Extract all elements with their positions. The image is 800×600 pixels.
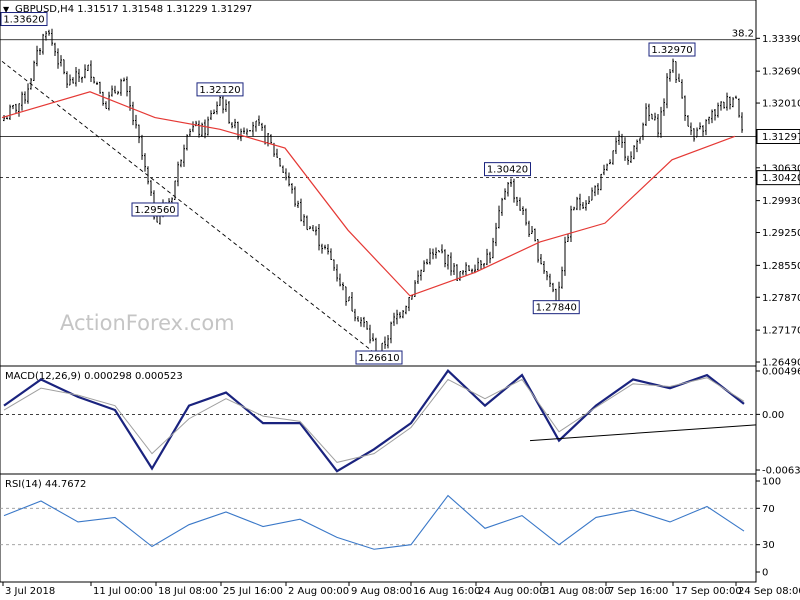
price-tick-label: 1.29250	[762, 228, 800, 239]
price-tick-label: 1.31297	[762, 132, 800, 143]
price-tick-label: 1.28550	[762, 261, 800, 272]
price-label-text: 1.32970	[651, 45, 692, 56]
macd-lines	[0, 369, 757, 473]
moving-average-line	[1, 91, 736, 297]
price-label-text: 1.27840	[536, 303, 577, 314]
price-tick-label: 1.27170	[762, 326, 800, 337]
time-tick-label: 24 Sep 08:00	[738, 586, 800, 597]
macd-tick-label: 0.004968	[762, 367, 800, 378]
rsi-line	[3, 494, 745, 550]
price-tick-label: 1.30420	[762, 173, 800, 184]
rsi-panel-frame	[0, 473, 757, 583]
symbol-readout: GBPUSD,H4 1.31517 1.31548 1.31229 1.3129…	[15, 4, 252, 15]
time-tick-label: 24 Aug 00:00	[478, 586, 545, 597]
rsi-tick-label: 0	[762, 568, 768, 579]
time-tick-label: 16 Aug 16:00	[413, 586, 480, 597]
time-tick-label: 3 Jul 2018	[5, 586, 55, 597]
price-tick-label: 1.32010	[762, 99, 800, 110]
macd-panel: MACD(12,26,9) 0.000298 0.000523 0.004968…	[0, 365, 800, 477]
chart-canvas: ActionForex.com ▼ GBPUSD,H4 1.31517 1.31…	[0, 0, 800, 597]
macd-title: MACD(12,26,9) 0.000298 0.000523	[5, 371, 183, 382]
time-tick-label: 2 Aug 00:00	[288, 586, 349, 597]
time-tick-label: 7 Sep 16:00	[608, 586, 668, 597]
rsi-panel: RSI(14) 44.7672 100 70 30 0	[0, 473, 781, 583]
price-label-text: 1.26610	[358, 353, 399, 364]
time-axis: 3 Jul 2018 11 Jul 00:00 18 Jul 08:00 25 Jul…	[2, 582, 800, 597]
time-tick-label: 9 Aug 08:00	[351, 586, 412, 597]
time-tick-label: 11 Jul 00:00	[93, 586, 153, 597]
price-tick-label: 1.29930	[762, 196, 800, 207]
price-label-text: 1.29560	[134, 205, 175, 216]
time-tick-label: 25 Jul 16:00	[223, 586, 283, 597]
rsi-tick-label: 30	[762, 540, 775, 551]
price-axis: 1.333901.326901.320101.312971.306301.299…	[756, 34, 800, 369]
macd-line	[3, 369, 745, 473]
watermark: ActionForex.com	[60, 311, 235, 335]
time-tick-label: 18 Jul 08:00	[158, 586, 218, 597]
rsi-line	[0, 494, 756, 550]
price-panel: ActionForex.com ▼ GBPUSD,H4 1.31517 1.31…	[0, 0, 800, 369]
rsi-tick-label: 70	[762, 504, 775, 515]
moving-average	[1, 91, 736, 297]
fib-label: 38.2	[732, 29, 754, 40]
time-tick-label: 17 Sep 00:00	[675, 586, 742, 597]
price-tick-label: 1.27870	[762, 293, 800, 304]
macd-tick-label: -0.006372	[762, 466, 800, 477]
rsi-axis: 100 70 30 0	[756, 477, 781, 579]
price-tick-label: 1.33390	[762, 34, 800, 45]
price-label-text: 1.32120	[199, 85, 240, 96]
time-tick-label: 31 Aug 08:00	[543, 586, 610, 597]
macd-trendline	[529, 424, 757, 442]
macd-tick-label: 0.00	[762, 410, 784, 421]
price-label-text: 1.30420	[487, 165, 528, 176]
rsi-tick-label: 100	[762, 477, 781, 488]
price-reference-lines: 38.2	[0, 29, 756, 179]
rsi-title: RSI(14) 44.7672	[5, 479, 86, 490]
price-tick-label: 1.32690	[762, 67, 800, 78]
price-label-text: 1.33620	[3, 15, 44, 26]
macd-axis: 0.004968 0.00 -0.006372	[756, 367, 800, 477]
